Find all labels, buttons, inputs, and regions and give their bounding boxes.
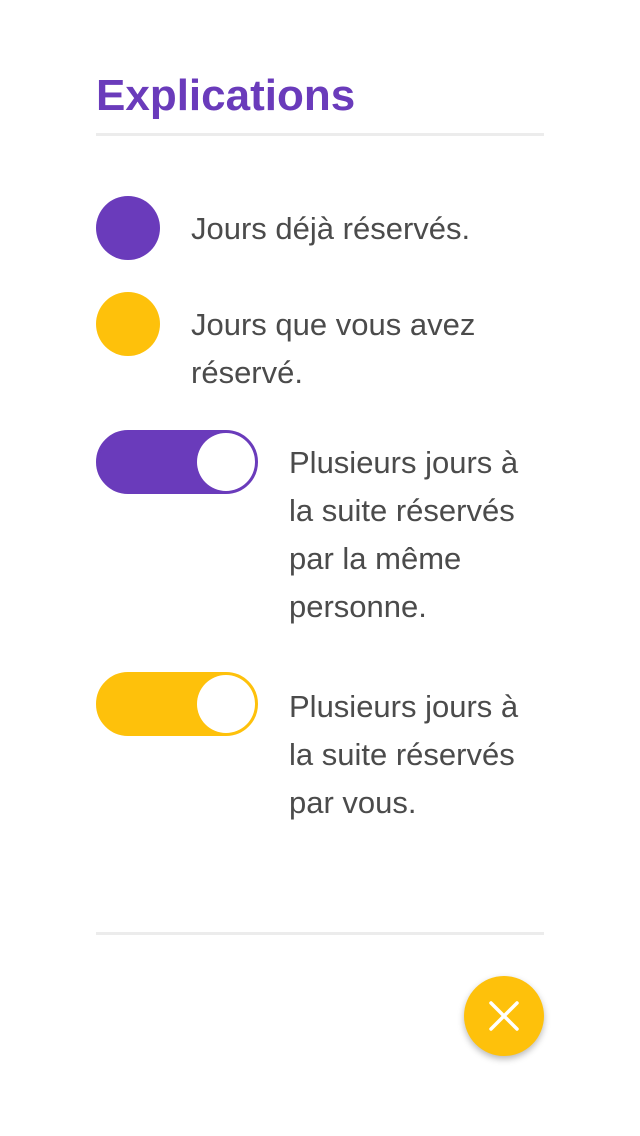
- toggle-knob: [197, 675, 255, 733]
- close-button[interactable]: [464, 976, 544, 1056]
- panel-title: Explications: [96, 71, 356, 120]
- consecutive-same-person-label: Plusieurs jours à la suite réservés par …: [289, 445, 519, 624]
- toggle-knob: [197, 433, 255, 491]
- your-booked-days-label: Jours que vous avez réservé.: [191, 307, 476, 390]
- yellow-toggle-swatch: [96, 672, 258, 736]
- purple-toggle-swatch: [96, 430, 258, 494]
- booked-days-label: Jours déjà réservés.: [191, 211, 471, 246]
- yellow-dot-swatch: [96, 292, 160, 356]
- explanations-panel: Explications Jours déjà réservés. Jours …: [0, 0, 640, 1136]
- footer-divider: [96, 932, 544, 935]
- title-divider: [96, 133, 544, 136]
- close-icon: [489, 1001, 519, 1031]
- purple-dot-swatch: [96, 196, 160, 260]
- consecutive-you-label: Plusieurs jours à la suite réservés par …: [289, 689, 519, 820]
